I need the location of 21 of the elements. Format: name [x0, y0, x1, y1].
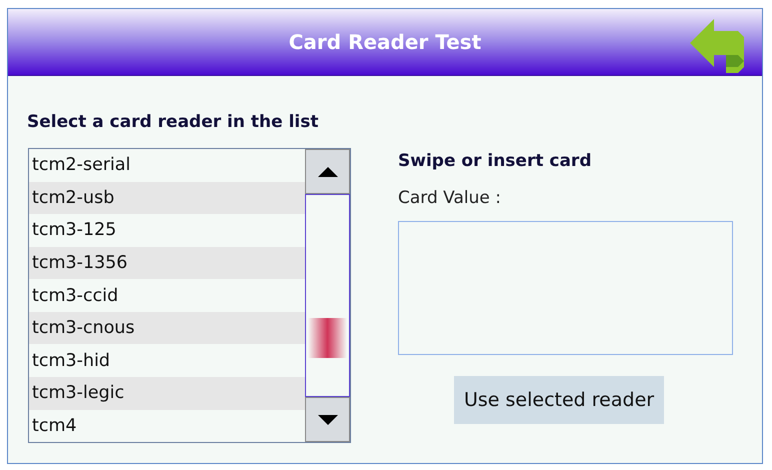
list-item[interactable]: tcm4 [29, 410, 305, 442]
card-value-field[interactable] [398, 221, 733, 355]
list-item[interactable]: tcm2-usb [29, 182, 305, 214]
list-item[interactable]: tcm3-hid [29, 344, 305, 377]
list-item[interactable]: tcm3-125 [29, 214, 305, 247]
list-item[interactable]: tcm3-cnous [29, 312, 305, 344]
panel-heading: Swipe or insert card [398, 151, 592, 171]
up-triangle-icon [318, 166, 338, 176]
scroll-down-button[interactable] [305, 397, 350, 442]
scroll-up-button[interactable] [305, 149, 350, 194]
card-value-label: Card Value : [398, 188, 502, 208]
list-item[interactable]: tcm2-serial [29, 149, 305, 182]
list-item[interactable]: tcm3-ccid [29, 279, 305, 312]
scroll-thumb[interactable] [308, 318, 347, 358]
list-heading: Select a card reader in the list [27, 112, 320, 132]
list-item[interactable]: tcm3-1356 [29, 246, 305, 280]
back-arrow-icon[interactable] [688, 17, 746, 73]
list-item[interactable]: tcm3-legic [29, 376, 305, 410]
window-title: Card Reader Test [288, 30, 482, 54]
down-triangle-icon [318, 414, 338, 424]
use-reader-button[interactable]: Use selected reader [454, 376, 664, 424]
